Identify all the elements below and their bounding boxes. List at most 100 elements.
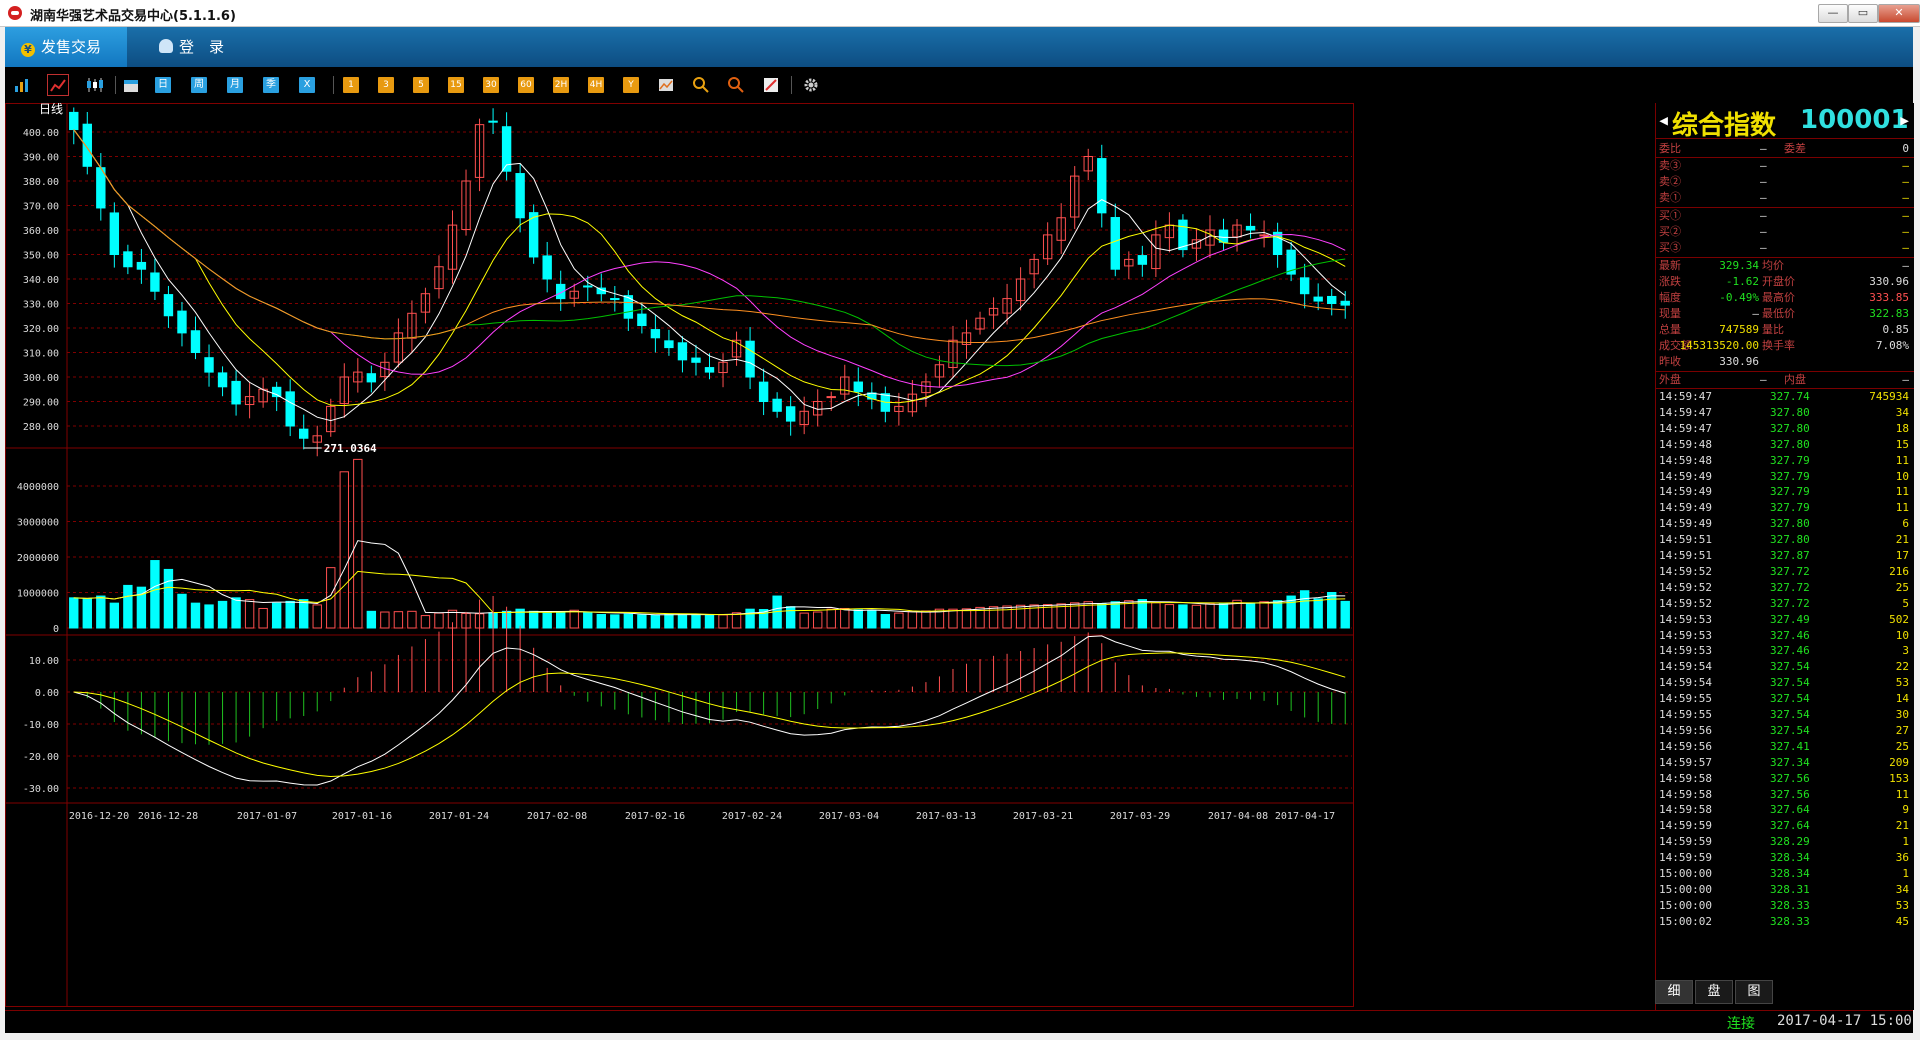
candle-body [217, 372, 228, 388]
prev-arrow-icon[interactable]: ◂ [1657, 108, 1670, 133]
weicha-value: 0 [1902, 142, 1909, 155]
tick-volume: 36 [1895, 851, 1909, 865]
tab-book[interactable]: 盘 [1695, 980, 1733, 1004]
tick-row: 14:59:58 327.56 11 [1656, 787, 1914, 803]
candle-body [488, 120, 498, 123]
tick-volume: 18 [1895, 421, 1909, 435]
tick-volume: 27 [1895, 723, 1909, 737]
ask-label: 卖③ [1659, 159, 1681, 172]
bar-chart-icon[interactable] [14, 77, 30, 93]
quote-label-2: 最低价 [1762, 307, 1795, 320]
draw-line-icon[interactable] [763, 77, 779, 93]
volume-bar [813, 611, 823, 629]
candle-body [177, 310, 187, 334]
close-button[interactable]: ✕ [1878, 4, 1920, 23]
tick-time: 14:59:58 [1659, 787, 1712, 801]
volume-bar [542, 612, 552, 629]
tick-row: 14:59:48 327.80 15 [1656, 437, 1914, 453]
tick-row: 14:59:51 327.87 17 [1656, 548, 1914, 564]
volume-bar [731, 612, 742, 629]
chart-area[interactable]: 400.00 390.00 380.00 370.00 360.00 350.00 340.… [5, 103, 1655, 1010]
minimize-button[interactable]: — [1818, 4, 1848, 23]
tick-volume: 45 [1895, 914, 1909, 928]
candle-body [745, 340, 755, 378]
minute-3-button[interactable]: 3 [378, 77, 394, 93]
tick-volume: 209 [1889, 755, 1909, 769]
quote-label: 总量 [1659, 323, 1681, 336]
period-month-button[interactable]: 月 [227, 77, 243, 93]
tab-trade[interactable]: ¥ 发售交易 [5, 27, 127, 67]
volume-bar [339, 471, 349, 629]
minute-15-button[interactable]: 15 [448, 77, 464, 93]
minute-30-button[interactable]: 30 [483, 77, 499, 93]
year-button[interactable]: Y [623, 77, 639, 93]
price-tick-label: 300.00 [23, 373, 59, 384]
tick-price: 328.34 [1770, 851, 1810, 865]
period-week-button[interactable]: 周 [191, 77, 207, 93]
ask-label: 卖② [1659, 175, 1681, 188]
minute-5-button[interactable]: 5 [413, 77, 429, 93]
period-day-button[interactable]: 日 [155, 77, 171, 93]
tick-time: 14:59:58 [1659, 803, 1712, 817]
bid-volume: — [1902, 241, 1909, 254]
tab-login[interactable]: 登 录 [143, 27, 224, 67]
ask-label: 卖① [1659, 191, 1681, 204]
hour-2-button[interactable]: 2H [553, 77, 569, 93]
volume-bar [177, 593, 187, 629]
line-chart-icon[interactable] [47, 74, 69, 96]
date-label: 2016-12-20 [69, 811, 129, 822]
zoom-out-icon[interactable] [728, 77, 744, 93]
tick-price: 327.79 [1770, 453, 1810, 467]
tick-time: 14:59:47 [1659, 405, 1712, 419]
candle-body [758, 381, 769, 402]
tick-time: 14:59:47 [1659, 390, 1712, 403]
candle-body [772, 398, 782, 412]
weibi-value: — [1760, 142, 1767, 155]
picture-icon[interactable] [658, 77, 674, 93]
tick-price: 328.34 [1770, 867, 1810, 880]
price-tick-label: 310.00 [23, 349, 59, 360]
volume-bar [894, 612, 904, 629]
maximize-button[interactable]: ▭ [1848, 4, 1878, 23]
period-quarter-button[interactable]: 季 [263, 77, 279, 93]
tick-row: 14:59:58 327.64 9 [1656, 802, 1914, 818]
tick-price: 328.33 [1770, 898, 1810, 912]
tick-row: 15:00:00 328.31 34 [1656, 882, 1914, 898]
tick-time: 14:59:55 [1659, 708, 1712, 721]
zoom-in-icon[interactable] [693, 77, 709, 93]
period-x-button[interactable]: X [299, 77, 315, 93]
volume-bar [528, 610, 539, 629]
tab-chart[interactable]: 图 [1735, 980, 1773, 1004]
outer-inner-row: 外盘 — 内盘 — [1656, 372, 1914, 388]
tick-volume: 30 [1895, 708, 1909, 721]
candle-body [1327, 295, 1337, 304]
tick-row: 14:59:52 327.72 216 [1656, 564, 1914, 580]
minute-60-button[interactable]: 60 [518, 77, 534, 93]
date-label: 2017-02-08 [527, 811, 587, 822]
hour-4-button[interactable]: 4H [588, 77, 604, 93]
candle-body [1097, 158, 1107, 214]
quote-label-2: 最高价 [1762, 291, 1795, 304]
tick-price: 327.79 [1770, 469, 1810, 483]
volume-bar [312, 604, 322, 629]
settings-gear-icon[interactable] [803, 77, 819, 93]
macd-tick-label: -30.00 [23, 784, 59, 795]
volume-bar [150, 560, 160, 629]
quote-label-2: 换手率 [1762, 339, 1795, 352]
low-marker-label: 271.0364 [324, 442, 377, 455]
date-label: 2017-04-17 [1275, 811, 1335, 822]
volume-bar [163, 568, 174, 629]
candlestick-icon[interactable] [86, 77, 104, 93]
macd-tick-label: -10.00 [23, 720, 59, 731]
tick-row: 14:59:53 327.49 502 [1656, 612, 1914, 628]
next-arrow-icon[interactable]: ▸ [1898, 108, 1911, 133]
price-tick-label: 330.00 [23, 300, 59, 311]
candle-body [231, 380, 241, 405]
calendar-icon[interactable] [123, 77, 139, 93]
volume-bar [1110, 601, 1120, 629]
tab-detail[interactable]: 细 [1655, 980, 1693, 1004]
kline-chart[interactable]: 400.00 390.00 380.00 370.00 360.00 350.00 340.… [5, 103, 1655, 1010]
volume-bar [1272, 600, 1283, 629]
candle-body [610, 298, 620, 301]
minute-1-button[interactable]: 1 [343, 77, 359, 93]
